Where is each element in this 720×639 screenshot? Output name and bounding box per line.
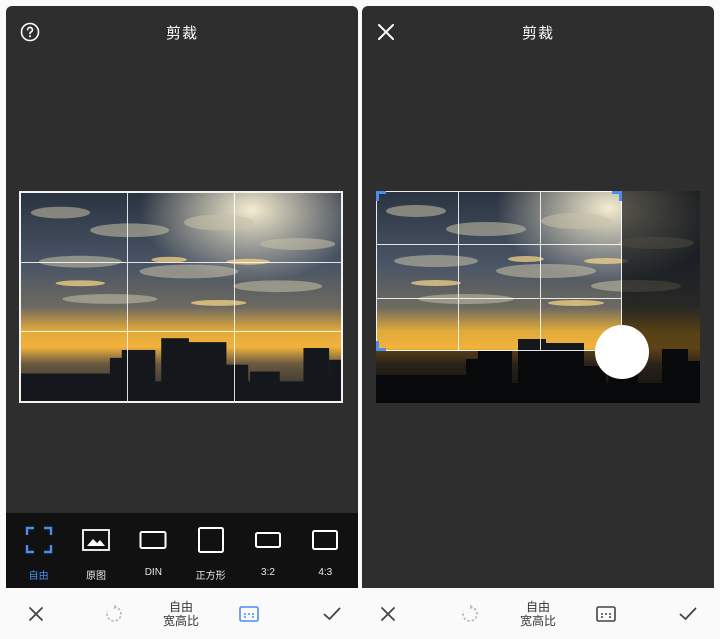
page-title: 剪裁 xyxy=(521,25,554,42)
square-ratio-icon xyxy=(197,527,224,553)
crop-corner-handle[interactable] xyxy=(376,341,386,351)
mode-label: 自由 xyxy=(168,599,193,614)
grid-line xyxy=(376,298,622,299)
grid-line xyxy=(127,193,128,401)
grid-line xyxy=(540,191,541,351)
mode-label: 宽高比 xyxy=(162,613,199,628)
aspect-ratio-button[interactable] xyxy=(586,588,626,639)
free-crop-icon xyxy=(25,526,52,554)
ratio-free[interactable]: 自由 xyxy=(11,513,67,588)
aspect-ratio-icon xyxy=(239,605,259,622)
ratio-square[interactable]: 正方形 xyxy=(183,513,239,588)
rotate-icon xyxy=(106,604,122,622)
rotate-button[interactable] xyxy=(94,588,134,639)
close-icon xyxy=(29,606,43,621)
aspect-ratio-button[interactable] xyxy=(229,588,269,639)
bottom-toolbar: 自由 宽高比 xyxy=(362,588,714,639)
ratio-3-2-icon xyxy=(254,532,281,548)
ratio-din[interactable]: DIN xyxy=(125,513,181,588)
grid-line xyxy=(376,244,622,245)
grid-line xyxy=(458,191,459,351)
top-bar: 剪裁 xyxy=(362,6,714,58)
ratio-4-3-icon xyxy=(312,530,339,550)
crop-panel-left: 剪裁 自由 原图 DIN 正方形 3:2 4:3 xyxy=(6,6,358,588)
ratio-label: 自由 xyxy=(28,571,49,582)
ratio-original[interactable]: 原图 xyxy=(68,513,124,588)
cancel-button[interactable] xyxy=(16,588,56,639)
ratio-label: DIN xyxy=(144,567,162,578)
top-bar: 剪裁 xyxy=(6,6,358,58)
crop-photo[interactable] xyxy=(376,191,700,403)
aspect-ratio-mode[interactable]: 自由 宽高比 xyxy=(508,588,568,639)
crop-corner-handle[interactable] xyxy=(612,191,622,201)
checkmark-icon xyxy=(679,607,697,620)
grid-line xyxy=(21,331,341,332)
rotate-icon xyxy=(462,604,478,622)
ratio-3-2[interactable]: 3:2 xyxy=(240,513,296,588)
confirm-button[interactable] xyxy=(668,588,708,639)
confirm-button[interactable] xyxy=(312,588,352,639)
mode-label: 自由 xyxy=(525,599,550,614)
grid-line xyxy=(21,262,341,263)
crop-panel-right: 剪裁 xyxy=(362,6,714,588)
crop-frame[interactable] xyxy=(376,191,622,351)
aspect-ratio-mode[interactable]: 自由 宽高比 xyxy=(151,588,211,639)
bottom-toolbar: 自由 宽高比 xyxy=(6,588,358,639)
ratio-label: 4:3 xyxy=(318,567,333,578)
grid-line xyxy=(234,193,235,401)
cancel-button[interactable] xyxy=(368,588,408,639)
ratio-4-3[interactable]: 4:3 xyxy=(297,513,353,588)
ratio-label: 原图 xyxy=(85,571,106,582)
crop-corner-handle[interactable] xyxy=(376,191,386,201)
checkmark-icon xyxy=(323,607,341,620)
din-ratio-icon xyxy=(139,531,167,549)
ratio-label: 正方形 xyxy=(195,571,226,582)
close-icon xyxy=(381,606,395,621)
page-title: 剪裁 xyxy=(165,25,198,42)
dimmed-area xyxy=(376,351,622,403)
crop-photo[interactable] xyxy=(19,191,343,403)
mode-label: 宽高比 xyxy=(519,613,556,628)
aspect-ratio-icon xyxy=(596,605,616,622)
original-image-icon xyxy=(82,529,110,551)
rotate-button[interactable] xyxy=(450,588,490,639)
ratio-label: 3:2 xyxy=(261,567,275,578)
aspect-ratio-strip: 自由 原图 DIN 正方形 3:2 4:3 xyxy=(6,513,358,588)
drag-handle[interactable] xyxy=(595,325,649,379)
